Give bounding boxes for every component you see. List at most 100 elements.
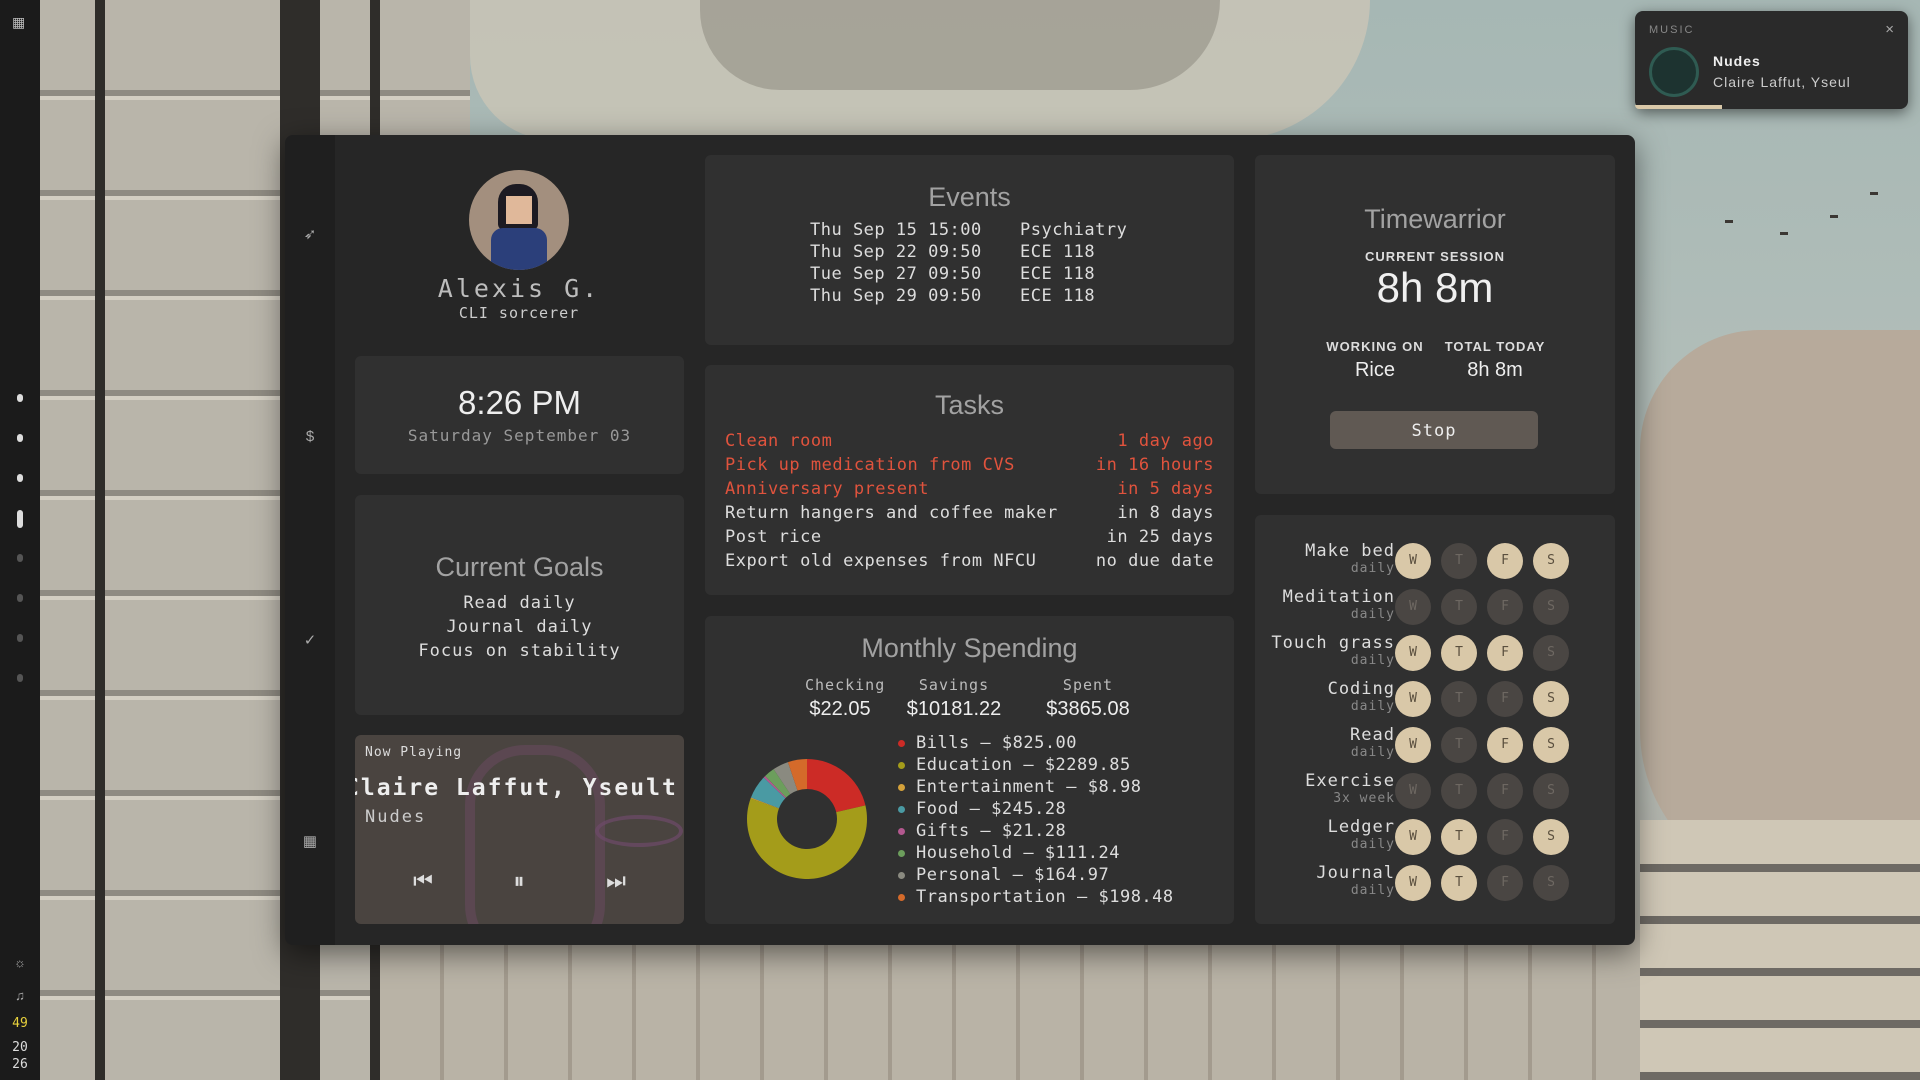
task-row[interactable]: Return hangers and coffee maker in 8 days — [725, 501, 1214, 525]
habit-day-toggle[interactable]: F — [1487, 865, 1523, 901]
habit-day-toggle[interactable]: S — [1533, 819, 1569, 855]
habit-day-toggle[interactable]: W — [1395, 819, 1431, 855]
habit-frequency: daily — [1350, 837, 1395, 852]
habit-row: Meditation daily W T F S — [1255, 585, 1615, 631]
habit-day-toggle[interactable]: S — [1533, 681, 1569, 717]
habit-row: Coding daily W T F S — [1255, 677, 1615, 723]
task-row[interactable]: Pick up medication from CVS in 16 hours — [725, 453, 1214, 477]
habit-day-toggle[interactable]: T — [1441, 635, 1477, 671]
wallpaper-cliff — [1640, 330, 1920, 890]
habit-day-toggle[interactable]: T — [1441, 681, 1477, 717]
stop-button[interactable]: Stop — [1330, 411, 1538, 449]
task-name: Pick up medication from CVS — [725, 455, 1015, 475]
habit-day-toggle[interactable]: S — [1533, 543, 1569, 579]
previous-track-button[interactable]: ⏮ — [408, 868, 438, 894]
total-today: TOTAL TODAY 8h 8m — [1444, 339, 1546, 381]
habit-day-toggle[interactable]: S — [1533, 635, 1569, 671]
habit-day-toggle[interactable]: W — [1395, 865, 1431, 901]
habit-day-toggle[interactable]: T — [1441, 543, 1477, 579]
habit-day-toggle[interactable]: T — [1441, 727, 1477, 763]
habit-day-toggle[interactable]: F — [1487, 773, 1523, 809]
check-circle-icon[interactable]: ✓ — [297, 631, 323, 649]
habit-day-toggle[interactable]: W — [1395, 727, 1431, 763]
habit-day-toggle[interactable]: W — [1395, 589, 1431, 625]
grid-icon[interactable]: ▦ — [12, 14, 25, 31]
habit-day-toggle[interactable]: F — [1487, 819, 1523, 855]
habit-day-toggle[interactable]: F — [1487, 543, 1523, 579]
habit-day-toggle[interactable]: F — [1487, 727, 1523, 763]
workspace-indicator[interactable] — [17, 634, 23, 642]
spending-donut-chart — [747, 759, 867, 879]
legend-label: Bills – $825.00 — [916, 733, 1078, 753]
task-row[interactable]: Export old expenses from NFCU no due date — [725, 549, 1214, 573]
close-icon[interactable]: × — [1885, 21, 1894, 38]
habit-day-toggle[interactable]: T — [1441, 589, 1477, 625]
habit-day-toggle[interactable]: W — [1395, 681, 1431, 717]
habit-name: Journal — [1316, 863, 1395, 883]
clock-hour: 20 — [12, 1040, 28, 1055]
spent-total: Spent $3865.08 — [1046, 676, 1130, 720]
task-name: Export old expenses from NFCU — [725, 551, 1037, 571]
habit-day-toggle[interactable]: S — [1533, 727, 1569, 763]
headphones-icon[interactable]: ♫ — [10, 988, 30, 1003]
event-name: ECE 118 — [1020, 242, 1096, 262]
dollar-icon[interactable]: $ — [297, 428, 323, 445]
habit-day-toggle[interactable]: F — [1487, 681, 1523, 717]
album-art-background — [465, 745, 605, 924]
task-name: Clean room — [725, 431, 833, 451]
wallpaper-bird — [1725, 220, 1733, 223]
rocket-icon[interactable]: ➶ — [297, 225, 323, 243]
tasks-list: Clean room 1 day ago Pick up medication fr… — [725, 429, 1214, 573]
sun-icon[interactable]: ☼ — [10, 955, 30, 970]
workspace-indicator[interactable] — [17, 594, 23, 602]
habit-name: Touch grass — [1271, 633, 1395, 653]
battery-level: 49 — [12, 1016, 28, 1031]
legend-swatch — [898, 739, 905, 747]
workspace-indicator[interactable] — [17, 434, 23, 442]
spending-legend: Bills – $825.00 Education – $2289.85 Enter… — [898, 732, 1174, 908]
next-track-button[interactable]: ⏭ — [601, 868, 631, 894]
legend-swatch — [898, 805, 905, 813]
habit-day-toggle[interactable]: T — [1441, 865, 1477, 901]
album-art-background — [595, 815, 683, 847]
habit-day-toggle[interactable]: T — [1441, 773, 1477, 809]
task-row[interactable]: Clean room 1 day ago — [725, 429, 1214, 453]
workspace-indicator[interactable] — [17, 674, 23, 682]
habit-day-toggle[interactable]: W — [1395, 635, 1431, 671]
task-row[interactable]: Post rice in 25 days — [725, 525, 1214, 549]
habit-day-toggle[interactable]: W — [1395, 543, 1431, 579]
habit-row: Journal daily W T F S — [1255, 861, 1615, 907]
habit-day-toggle[interactable]: W — [1395, 773, 1431, 809]
wallpaper-cloud — [700, 0, 1220, 90]
workspace-indicator[interactable] — [17, 474, 23, 482]
tasks-card: Tasks Clean room 1 day ago Pick up medicat… — [705, 365, 1234, 595]
task-due: in 25 days — [1106, 527, 1214, 547]
habit-day-toggle[interactable]: S — [1533, 589, 1569, 625]
event-name: ECE 118 — [1020, 264, 1096, 284]
legend-swatch — [898, 827, 905, 835]
event-date: Tue Sep 27 09:50 — [810, 264, 982, 284]
now-playing-label: Now Playing — [365, 745, 463, 760]
habit-day-toggle[interactable]: F — [1487, 589, 1523, 625]
pause-button[interactable]: ⏸ — [504, 868, 534, 894]
workspace-indicator[interactable] — [17, 394, 23, 402]
calendar-icon[interactable]: ▦ — [297, 832, 323, 850]
event-row: Tue Sep 27 09:50 ECE 118 — [810, 263, 1234, 285]
habit-day-toggle[interactable]: S — [1533, 773, 1569, 809]
legend-swatch — [898, 849, 905, 857]
wallpaper-bird — [1870, 192, 1878, 195]
habit-row: Touch grass daily W T F S — [1255, 631, 1615, 677]
music-notification[interactable]: MUSIC × Nudes Claire Laffut, Yseul — [1635, 11, 1908, 109]
habit-day-toggle[interactable]: F — [1487, 635, 1523, 671]
legend-item: Household – $111.24 — [898, 842, 1174, 864]
habit-day-toggle[interactable]: T — [1441, 819, 1477, 855]
event-name: ECE 118 — [1020, 286, 1096, 306]
habit-day-toggle[interactable]: S — [1533, 865, 1569, 901]
donut-slice — [747, 798, 867, 879]
workspace-indicator[interactable] — [17, 554, 23, 562]
workspace-indicator[interactable] — [17, 510, 23, 528]
habits-card: Make bed daily W T F S Meditation daily W T F S Touc… — [1255, 515, 1615, 924]
task-row[interactable]: Anniversary present in 5 days — [725, 477, 1214, 501]
habit-frequency: daily — [1350, 699, 1395, 714]
clock-date: Saturday September 03 — [407, 426, 632, 445]
